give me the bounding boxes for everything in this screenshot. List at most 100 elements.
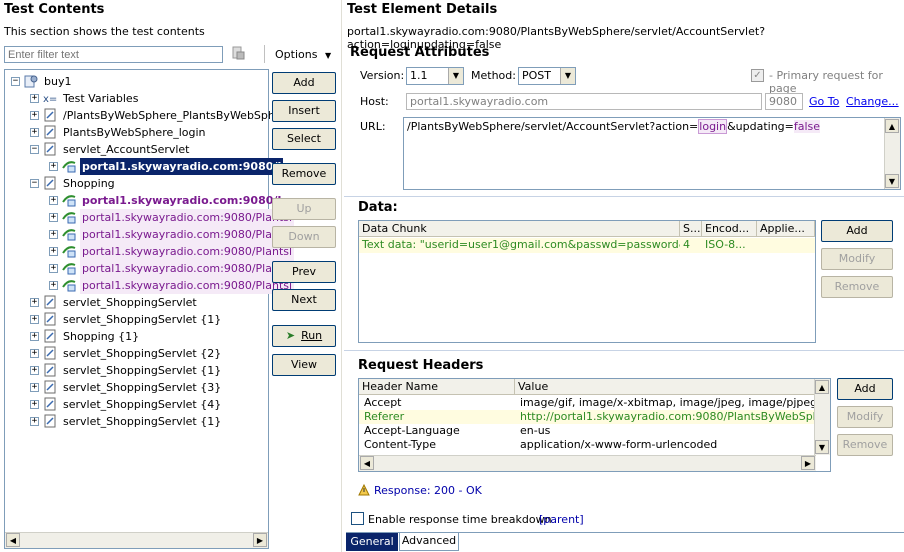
headers-vertical-scrollbar[interactable]: ▲ ▼ xyxy=(814,379,830,455)
insert-button[interactable]: Insert xyxy=(272,100,336,122)
headers-remove-button[interactable]: Remove xyxy=(837,434,893,456)
collapse-icon[interactable]: − xyxy=(11,77,20,86)
expand-icon[interactable]: + xyxy=(30,315,39,324)
headers-col-name[interactable]: Header Name xyxy=(359,379,515,395)
expand-icon[interactable]: + xyxy=(30,400,39,409)
primary-request-checkbox[interactable]: ✓ xyxy=(751,69,764,82)
data-add-button[interactable]: Add xyxy=(821,220,893,242)
version-select[interactable]: 1.1 ▼ xyxy=(406,67,464,85)
tree-item[interactable]: − Shopping xyxy=(5,175,268,192)
expand-icon[interactable]: + xyxy=(30,383,39,392)
up-button[interactable]: Up xyxy=(272,198,336,220)
expand-icon[interactable]: + xyxy=(30,111,39,120)
breakdown-checkbox[interactable] xyxy=(351,512,364,525)
method-select[interactable]: POST ▼ xyxy=(518,67,576,85)
headers-modify-button[interactable]: Modify xyxy=(837,406,893,428)
expand-icon[interactable]: + xyxy=(30,349,39,358)
tree-item[interactable]: + portal1.skywayradio.com:9080/Plantsl xyxy=(5,209,295,226)
table-row[interactable]: Accept-Language en-us xyxy=(359,424,816,438)
tree-item[interactable]: + /PlantsByWebSphere_PlantsByWebSphere xyxy=(5,107,293,124)
view-button[interactable]: View xyxy=(272,354,336,376)
filter-input[interactable] xyxy=(4,46,223,63)
table-row[interactable]: Referer http://portal1.skywayradio.com:90… xyxy=(359,410,816,424)
data-col-size[interactable]: S... xyxy=(680,221,702,237)
data-col-applied[interactable]: Applie... xyxy=(757,221,815,237)
tree-item[interactable]: + servlet_ShoppingServlet {1} xyxy=(5,362,268,379)
parent-link[interactable]: [parent] xyxy=(539,513,584,526)
headers-add-button[interactable]: Add xyxy=(837,378,893,400)
scroll-down-icon[interactable]: ▼ xyxy=(885,174,899,188)
tree-item[interactable]: + servlet_ShoppingServlet {1} xyxy=(5,413,268,430)
data-remove-button[interactable]: Remove xyxy=(821,276,893,298)
expand-icon[interactable]: + xyxy=(49,213,58,222)
test-tree[interactable]: − buy1 + x= Test Variables + /PlantsByWebSpher… xyxy=(4,69,295,549)
change-link[interactable]: Change... xyxy=(846,95,899,108)
host-field[interactable]: portal1.skywayradio.com xyxy=(406,93,762,110)
prev-button[interactable]: Prev xyxy=(272,261,336,283)
add-button[interactable]: Add xyxy=(272,72,336,94)
table-row[interactable]: Content-Type application/x-www-form-urlen… xyxy=(359,438,816,452)
tree-item[interactable]: + servlet_ShoppingServlet {3} xyxy=(5,379,268,396)
scroll-right-icon[interactable]: ▶ xyxy=(253,533,267,547)
next-button[interactable]: Next xyxy=(272,289,336,311)
clear-filter-icon[interactable] xyxy=(230,45,246,61)
expand-icon[interactable]: + xyxy=(30,94,39,103)
tree-item[interactable]: + portal1.skywayradio.com:9080/Plantsl xyxy=(5,277,295,294)
url-textarea[interactable]: /PlantsByWebSphere/servlet/AccountServle… xyxy=(403,117,901,190)
scroll-left-icon[interactable]: ◀ xyxy=(360,456,374,470)
scroll-up-icon[interactable]: ▲ xyxy=(815,380,829,394)
expand-icon[interactable]: + xyxy=(30,298,39,307)
tree-horizontal-scrollbar[interactable]: ◀ ▶ xyxy=(5,532,268,548)
table-row[interactable]: Text data: "userid=user1@gmail.com&passw… xyxy=(359,238,815,253)
expand-icon[interactable]: + xyxy=(49,162,58,171)
expand-icon[interactable]: + xyxy=(49,247,58,256)
table-row[interactable]: Accept image/gif, image/x-xbitmap, image/… xyxy=(359,396,816,410)
collapse-icon[interactable]: − xyxy=(30,145,39,154)
scroll-down-icon[interactable]: ▼ xyxy=(815,440,829,454)
tree-item[interactable]: + portal1.skywayradio.com:9080/I xyxy=(5,192,281,209)
headers-horizontal-scrollbar[interactable]: ◀ ▶ xyxy=(359,455,816,471)
tab-advanced[interactable]: Advanced xyxy=(399,533,459,551)
scroll-up-icon[interactable]: ▲ xyxy=(885,119,899,133)
expand-icon[interactable]: + xyxy=(49,264,58,273)
tab-general[interactable]: General xyxy=(346,533,398,551)
select-button[interactable]: Select xyxy=(272,128,336,150)
tree-item[interactable]: + portal1.skywayradio.com:9080/Plantsl xyxy=(5,226,295,243)
tree-item[interactable]: + servlet_ShoppingServlet {1} xyxy=(5,311,268,328)
down-button[interactable]: Down xyxy=(272,226,336,248)
run-button[interactable]: ➤ Run xyxy=(272,325,336,347)
expand-icon[interactable]: + xyxy=(49,196,58,205)
tree-item[interactable]: + portal1.skywayradio.com:9080/I xyxy=(5,158,284,175)
goto-link[interactable]: Go To xyxy=(809,95,839,108)
expand-icon[interactable]: + xyxy=(30,128,39,137)
tree-item[interactable]: + PlantsByWebSphere_login xyxy=(5,124,268,141)
collapse-icon[interactable]: − xyxy=(30,179,39,188)
expand-icon[interactable]: + xyxy=(30,332,39,341)
tree-item[interactable]: + servlet_ShoppingServlet xyxy=(5,294,268,311)
response-status[interactable]: Response: 200 - OK xyxy=(374,484,482,497)
expand-icon[interactable]: + xyxy=(49,230,58,239)
tree-item[interactable]: + portal1.skywayradio.com:9080/Plantsl xyxy=(5,243,295,260)
tree-item[interactable]: − buy1 xyxy=(5,73,268,90)
headers-col-value[interactable]: Value xyxy=(515,379,816,395)
expand-icon[interactable]: + xyxy=(30,417,39,426)
tree-item[interactable]: + x= Test Variables xyxy=(5,90,268,107)
data-table[interactable]: Data Chunk S... Encod... Applie... Text … xyxy=(358,220,816,343)
tree-item[interactable]: + Shopping {1} xyxy=(5,328,268,345)
options-menu[interactable]: Options ▼ xyxy=(275,48,331,61)
data-modify-button[interactable]: Modify xyxy=(821,248,893,270)
url-vertical-scrollbar[interactable]: ▲ ▼ xyxy=(884,118,900,189)
tree-item[interactable]: + portal1.skywayradio.com:9080/Plantsl xyxy=(5,260,295,277)
data-col-chunk[interactable]: Data Chunk xyxy=(359,221,680,237)
data-col-encoding[interactable]: Encod... xyxy=(702,221,757,237)
expand-icon[interactable]: + xyxy=(49,281,58,290)
headers-table[interactable]: Header Name Value Accept image/gif, image… xyxy=(358,378,831,472)
expand-icon[interactable]: + xyxy=(30,366,39,375)
scroll-left-icon[interactable]: ◀ xyxy=(6,533,20,547)
tree-item[interactable]: + servlet_ShoppingServlet {4} xyxy=(5,396,268,413)
remove-button[interactable]: Remove xyxy=(272,163,336,185)
tree-item[interactable]: − servlet_AccountServlet xyxy=(5,141,268,158)
port-field[interactable]: 9080 xyxy=(765,93,803,110)
scroll-right-icon[interactable]: ▶ xyxy=(801,456,815,470)
tree-item[interactable]: + servlet_ShoppingServlet {2} xyxy=(5,345,268,362)
